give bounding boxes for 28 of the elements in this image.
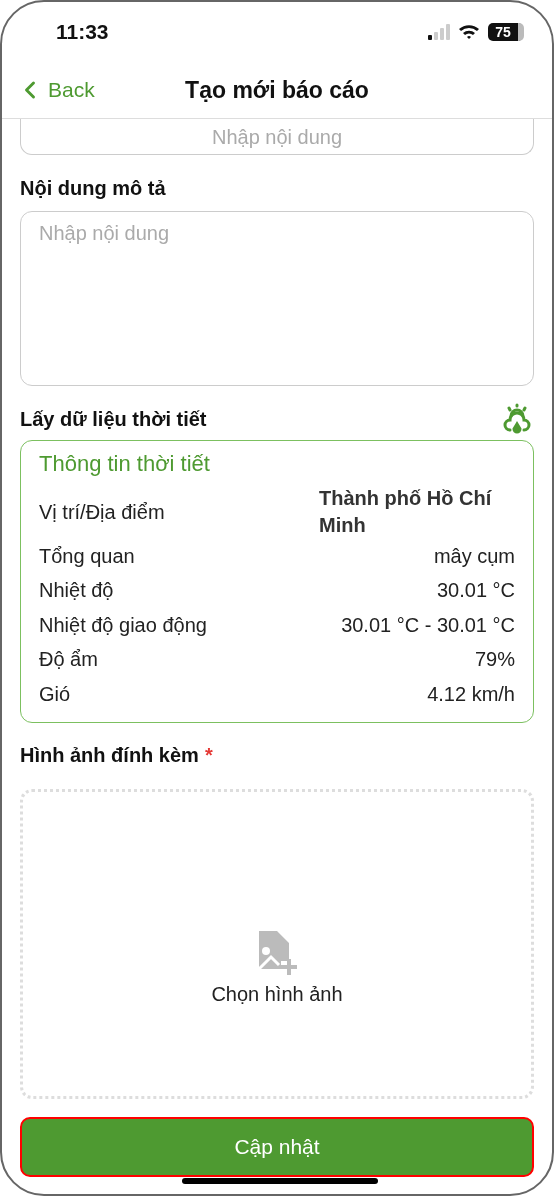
- back-link[interactable]: Back: [16, 76, 95, 104]
- weather-label: Vị trí/Địa điểm: [39, 500, 165, 524]
- weather-value: Thành phố Hồ Chí Minh: [319, 486, 493, 538]
- weather-label: Độ ẩm: [39, 648, 98, 672]
- field-label: Nội dung mô tả: [20, 176, 166, 200]
- section-label: Lấy dữ liệu thời tiết: [20, 407, 207, 431]
- description-field[interactable]: Nhập nội dung: [20, 211, 534, 386]
- weather-label: Nhiệt độ: [39, 579, 114, 603]
- weather-label: Nhiệt độ giao động: [39, 613, 207, 637]
- signal-icon: [428, 24, 450, 40]
- weather-label: Gió: [39, 682, 71, 706]
- picker-label: Chọn hình ảnh: [211, 983, 343, 1006]
- wifi-icon: [458, 24, 480, 40]
- input-field[interactable]: Nhập nội dung: [20, 119, 534, 155]
- section-label: Hình ảnh đính kèm *: [20, 744, 213, 767]
- image-picker[interactable]: Chọn hình ảnh: [20, 788, 534, 1099]
- weather-value: 4.12 km/h: [427, 682, 515, 706]
- required-mark: *: [204, 744, 213, 766]
- weather-value: 30.01 °C - 30.01 °C: [341, 613, 515, 637]
- card-title: Thông tin thời tiết: [39, 451, 211, 477]
- weather-value: 30.01 °C: [436, 579, 515, 603]
- weather-label: Tổng quan: [39, 544, 135, 568]
- weather-value: mây cụm: [433, 544, 515, 568]
- screen-title: Tạo mới báo cáo: [185, 76, 369, 104]
- weather-value: 79%: [474, 648, 515, 672]
- status-time: 11:33: [56, 20, 109, 44]
- update-button[interactable]: Cập nhật: [20, 1116, 534, 1177]
- battery-level: 75: [488, 23, 524, 41]
